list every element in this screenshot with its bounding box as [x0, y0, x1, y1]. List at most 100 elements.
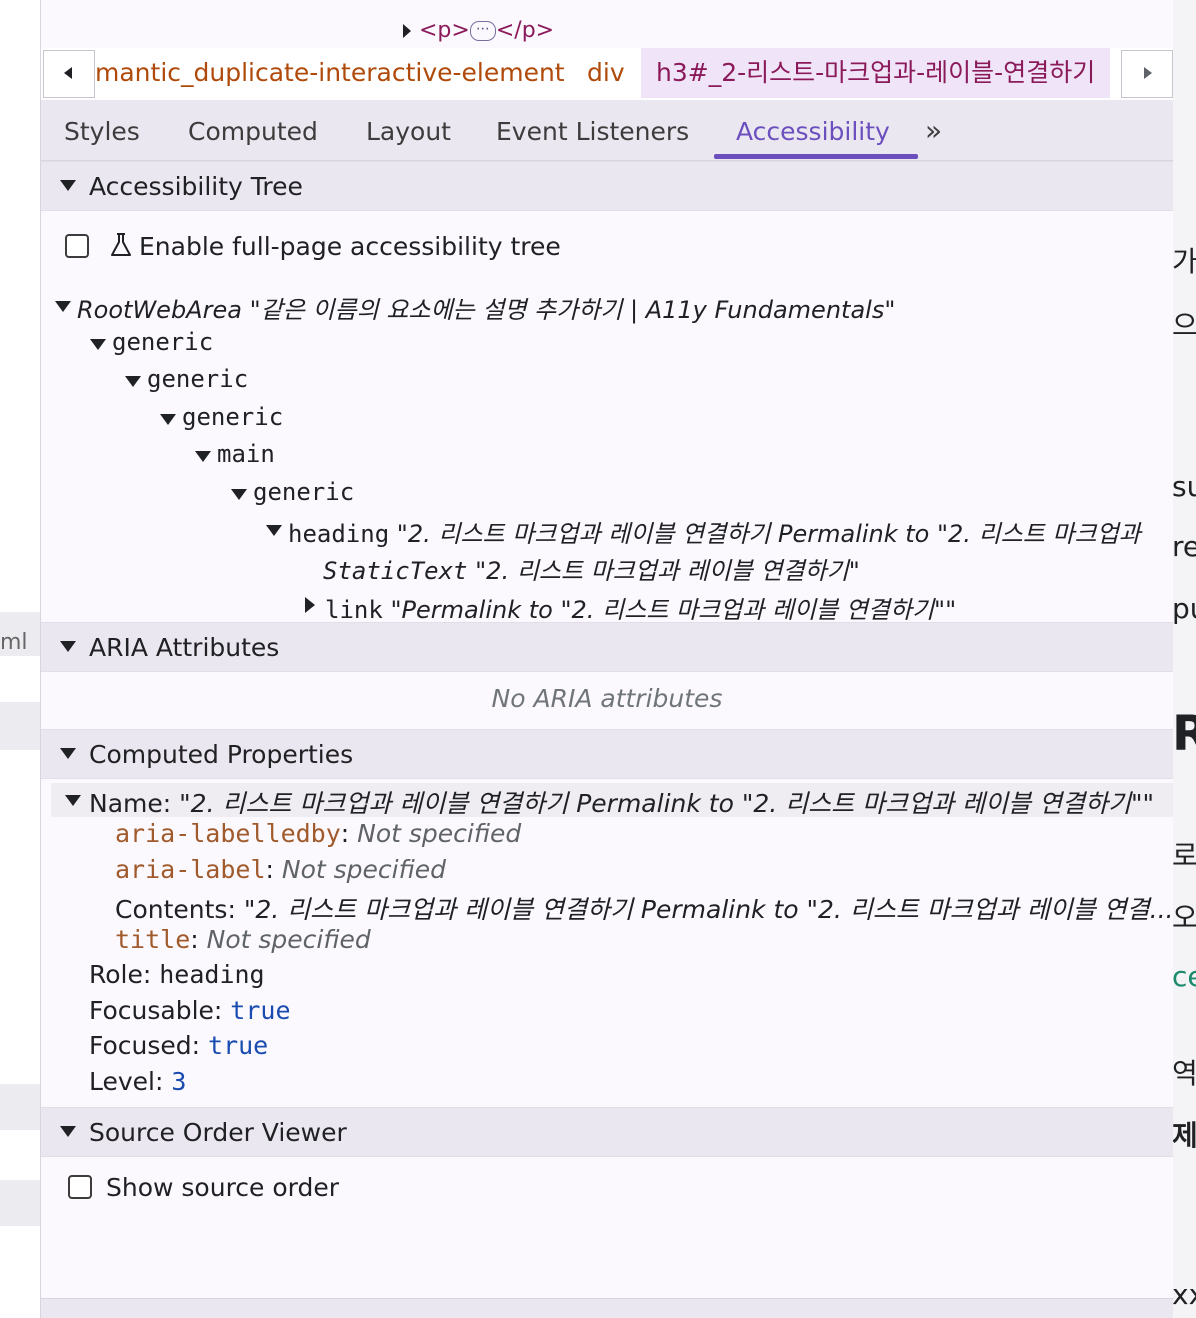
- tree-node-link[interactable]: link "Permalink to "2. 리스트 마크업과 레이블 연결하기…: [305, 590, 957, 625]
- tab-layout[interactable]: Layout: [366, 100, 451, 160]
- property-value: 3: [171, 1067, 187, 1096]
- background-text: 제: [1172, 1119, 1196, 1152]
- section-title: ARIA Attributes: [89, 633, 280, 662]
- breadcrumb-item[interactable]: div: [587, 48, 625, 98]
- expand-arrow-icon: [305, 597, 315, 613]
- breadcrumb-item[interactable]: mantic_duplicate-interactive-element: [95, 48, 565, 98]
- separator: :: [190, 925, 207, 954]
- computed-name-row[interactable]: Name: "2. 리스트 마크업과 레이블 연결하기 Permalink to…: [65, 784, 1154, 820]
- background-text: pu: [1172, 592, 1196, 625]
- tree-node-generic[interactable]: generic: [231, 478, 355, 506]
- tab-event-listeners[interactable]: Event Listeners: [496, 100, 689, 160]
- expand-arrow-icon[interactable]: [403, 24, 411, 38]
- drawer-edge: [41, 1298, 1173, 1318]
- background-text: 로: [1172, 839, 1196, 872]
- tree-node-heading[interactable]: heading "2. 리스트 마크업과 레이블 연결하기 Permalink …: [266, 514, 1141, 549]
- collapse-arrow-icon: [60, 1126, 76, 1137]
- aria-attributes-header[interactable]: ARIA Attributes: [41, 622, 1173, 672]
- show-source-order-checkbox[interactable]: [68, 1175, 92, 1199]
- section-title: Accessibility Tree: [89, 172, 303, 201]
- property-label: Focusable:: [89, 996, 231, 1025]
- tree-node-statictext[interactable]: StaticText "2. 리스트 마크업과 레이블 연결하기": [323, 551, 860, 586]
- tab-styles[interactable]: Styles: [64, 100, 140, 160]
- computed-focusable-row: Focusable: true: [89, 996, 291, 1025]
- name-source-contents: Contents: "2. 리스트 마크업과 레이블 연결하기 Permalin…: [115, 890, 1173, 926]
- tree-node-generic[interactable]: generic: [90, 328, 214, 356]
- ellipsis-icon[interactable]: ⋯: [469, 21, 496, 41]
- breadcrumb: mantic_duplicate-interactive-element div…: [41, 48, 1173, 101]
- attribute-value: Not specified: [357, 819, 522, 848]
- property-label: Name:: [89, 789, 180, 818]
- tab-accessibility[interactable]: Accessibility: [736, 100, 890, 160]
- background-text: ml: [0, 630, 28, 655]
- property-label: Focused:: [89, 1031, 209, 1060]
- chevron-left-icon: [64, 67, 72, 79]
- breadcrumb-item-selected[interactable]: h3#_2-리스트-마크업과-레이블-연결하기: [641, 48, 1111, 98]
- collapse-arrow-icon: [160, 414, 176, 425]
- property-value: "2. 리스트 마크업과 레이블 연결하기 Permalink to "2. 리…: [179, 789, 1154, 818]
- node-role: RootWebArea: [77, 296, 242, 324]
- devtools-panel: <p> ⋯ </p> mantic_duplicate-interactive-el…: [40, 0, 1173, 1318]
- computed-focused-row: Focused: true: [89, 1031, 268, 1060]
- node-role: link: [325, 596, 383, 624]
- attribute-name: aria-label: [115, 855, 266, 884]
- property-value: heading: [159, 960, 265, 989]
- breadcrumb-scroll-right-button[interactable]: [1121, 50, 1173, 98]
- background-page-right: 가 으 su re pu R 로 오 ce 역 제 xx: [1172, 0, 1196, 1318]
- node-name: "Permalink to "2. 리스트 마크업과 레이블 연결하기"": [390, 596, 957, 624]
- property-label: Contents:: [115, 895, 244, 924]
- no-aria-attributes-message: No ARIA attributes: [491, 684, 723, 713]
- chevron-right-icon: [1144, 67, 1152, 79]
- more-tabs-icon[interactable]: »: [925, 114, 942, 147]
- computed-properties-header[interactable]: Computed Properties: [41, 729, 1173, 779]
- computed-role-row: Role: heading: [89, 960, 265, 989]
- source-order-viewer-header[interactable]: Source Order Viewer: [41, 1107, 1173, 1157]
- collapse-arrow-icon: [90, 339, 106, 350]
- tree-node-generic[interactable]: generic: [160, 403, 284, 431]
- background-text: 오: [1172, 901, 1196, 934]
- separator: :: [340, 819, 358, 848]
- collapse-arrow-icon: [65, 795, 81, 806]
- node-name: "2. 리스트 마크업과 레이블 연결하기": [475, 557, 860, 585]
- background-text: 가: [1172, 245, 1196, 278]
- collapse-arrow-icon: [60, 180, 76, 191]
- show-source-order-label[interactable]: Show source order: [106, 1173, 339, 1202]
- enable-full-page-tree-label[interactable]: Enable full-page accessibility tree: [139, 232, 561, 261]
- background-text: xx: [1172, 1278, 1196, 1311]
- separator: :: [265, 855, 282, 884]
- breadcrumb-scroll-left-button[interactable]: [43, 50, 95, 98]
- node-role: main: [217, 440, 275, 468]
- collapse-arrow-icon: [60, 748, 76, 759]
- property-label: Level:: [89, 1067, 172, 1096]
- property-value: true: [230, 996, 291, 1025]
- attribute-value: Not specified: [206, 925, 371, 954]
- node-role: generic: [182, 403, 284, 431]
- background-text: 으: [1172, 309, 1196, 342]
- property-value: true: [208, 1031, 269, 1060]
- tree-node-generic[interactable]: generic: [125, 365, 249, 393]
- name-source-aria-label: aria-label: Not specified: [115, 855, 446, 884]
- node-role: generic: [112, 328, 214, 356]
- collapse-arrow-icon: [60, 641, 76, 652]
- tree-node-main[interactable]: main: [195, 440, 275, 468]
- node-role: generic: [147, 365, 249, 393]
- tree-node-root[interactable]: RootWebArea "같은 이름의 요소에는 설명 추가하기 | A11y …: [55, 290, 895, 325]
- close-tag: </p>: [495, 18, 555, 43]
- background-text: su: [1172, 470, 1196, 503]
- property-value: "2. 리스트 마크업과 레이블 연결하기 Permalink to "2. 리…: [243, 895, 1173, 924]
- dom-node-p[interactable]: <p> ⋯ </p>: [403, 18, 554, 43]
- node-role: generic: [253, 478, 355, 506]
- name-source-aria-labelledby: aria-labelledby: Not specified: [115, 819, 521, 848]
- sidebar-tabs: Styles Computed Layout Event Listeners A…: [41, 100, 1173, 161]
- node-role: StaticText: [323, 557, 468, 585]
- enable-full-page-tree-checkbox[interactable]: [65, 234, 89, 258]
- tab-computed[interactable]: Computed: [188, 100, 318, 160]
- node-name: "2. 리스트 마크업과 레이블 연결하기 Permalink to "2. 리…: [396, 520, 1141, 548]
- section-title: Computed Properties: [89, 740, 354, 769]
- background-page-left: ml: [0, 0, 40, 1318]
- background-text: R: [1172, 706, 1196, 762]
- collapse-arrow-icon: [231, 489, 247, 500]
- background-text: ce: [1172, 960, 1196, 993]
- property-label: Role:: [89, 960, 160, 989]
- accessibility-tree-header[interactable]: Accessibility Tree: [41, 161, 1173, 211]
